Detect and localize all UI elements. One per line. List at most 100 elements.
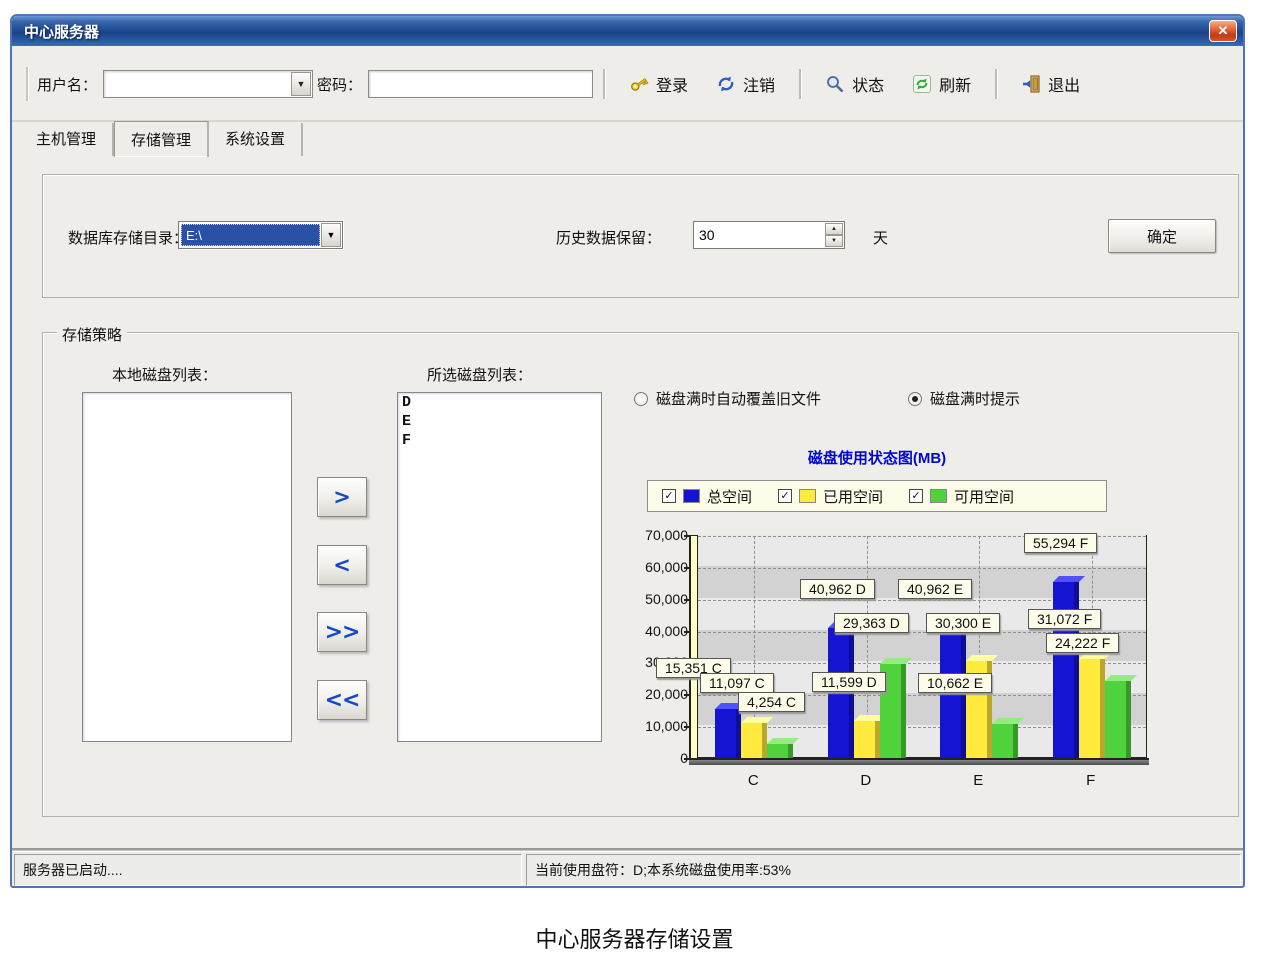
data-label: 11,097 C [700, 673, 774, 693]
list-item[interactable]: F [398, 431, 601, 450]
selected-disk-list-label: 所选磁盘列表： [427, 364, 532, 385]
db-dir-selected-value: E:\ [181, 224, 320, 246]
retention-label: 历史数据保留： [556, 227, 661, 248]
move-all-left-button[interactable]: << [317, 680, 367, 720]
data-label: 29,363 D [834, 613, 909, 633]
spin-up-icon[interactable]: ▲ [825, 223, 843, 235]
ok-button[interactable]: 确定 [1108, 219, 1216, 253]
radio-selected-icon[interactable] [908, 392, 922, 406]
y-axis-label: 70,000 [642, 527, 688, 543]
checkbox-checked-icon[interactable]: ✓ [662, 489, 676, 503]
title-bar[interactable]: 中心服务器 ✕ [12, 16, 1243, 46]
bar-可用空间-E [992, 724, 1018, 758]
retention-input[interactable] [695, 223, 821, 247]
x-axis-label: D [846, 772, 886, 789]
spin-down-icon[interactable]: ▼ [825, 235, 843, 247]
list-item[interactable]: D [398, 393, 601, 412]
selected-disk-listbox[interactable]: DEF [397, 392, 602, 742]
bar-top-face [1053, 576, 1085, 582]
login-button-label: 登录 [656, 72, 688, 96]
data-label: 40,962 E [898, 579, 972, 599]
chart-legend: ✓ 总空间 ✓ 已用空间 ✓ 可用空间 [647, 480, 1107, 512]
list-item[interactable]: E [398, 412, 601, 431]
tab-system-settings[interactable]: 系统设置 [209, 123, 303, 156]
combo-dropdown-icon[interactable]: ▼ [321, 223, 341, 247]
bar-可用空间-F [1105, 681, 1131, 758]
status-button[interactable]: 状态 [817, 68, 892, 100]
legend-item-total: ✓ 总空间 [662, 486, 752, 507]
legend-swatch-green [930, 489, 947, 503]
app-window: 中心服务器 ✕ 用户名： ▼ 密码： [10, 14, 1245, 888]
bar-已用空间-C [741, 723, 767, 758]
x-axis-label: C [733, 772, 773, 789]
checkbox-checked-icon[interactable]: ✓ [778, 489, 792, 503]
status-disk-info: 当前使用盘符：D;本系统磁盘使用率:53% [526, 854, 1241, 886]
retention-spinner: ▲ ▼ [825, 223, 843, 247]
disk-usage-chart: CDEF010,00020,00030,00040,00050,00060,00… [642, 527, 1187, 792]
toolbar-separator [995, 69, 997, 99]
data-label: 31,072 F [1028, 609, 1101, 629]
legend-swatch-yellow [799, 489, 816, 503]
login-button[interactable]: 登录 [621, 68, 696, 100]
window-title: 中心服务器 [24, 21, 99, 42]
checkbox-checked-icon[interactable]: ✓ [909, 489, 923, 503]
radio-overwrite-when-full[interactable]: 磁盘满时自动覆盖旧文件 [634, 388, 821, 409]
refresh-button[interactable]: 刷新 [904, 68, 979, 100]
y-axis-label: 40,000 [642, 623, 688, 639]
close-icon: ✕ [1218, 23, 1229, 39]
toolbar-separator [603, 69, 605, 99]
h-gridline [698, 568, 1146, 569]
exit-door-icon [1021, 74, 1041, 94]
y-axis-tick [684, 567, 689, 569]
legend-item-free: ✓ 可用空间 [909, 486, 1014, 507]
refresh-icon [912, 74, 932, 94]
radio-overwrite-label: 磁盘满时自动覆盖旧文件 [656, 388, 821, 409]
tab-storage-management[interactable]: 存储管理 [114, 121, 209, 157]
chart-title: 磁盘使用状态图(MB) [647, 447, 1107, 468]
username-combo[interactable]: ▼ [103, 70, 313, 98]
move-left-button[interactable]: < [317, 545, 367, 585]
y-axis-label: 50,000 [642, 591, 688, 607]
toolbar-grip[interactable] [26, 67, 29, 101]
db-dir-label: 数据库存储目录： [68, 227, 188, 248]
storage-policy-title: 存储策略 [57, 324, 127, 345]
key-icon [629, 74, 649, 94]
move-right-button[interactable]: > [317, 477, 367, 517]
local-disk-list-label: 本地磁盘列表： [112, 364, 217, 385]
db-dir-combo[interactable]: E:\ ▼ [178, 221, 343, 249]
legend-label-free: 可用空间 [954, 486, 1014, 507]
legend-label-total: 总空间 [707, 486, 752, 507]
bar-总空间-D [828, 628, 854, 758]
data-label: 4,254 C [738, 692, 805, 712]
bar-可用空间-C [767, 744, 793, 758]
refresh-button-label: 刷新 [939, 72, 971, 96]
y-axis-label: 0 [642, 750, 688, 766]
bar-已用空间-D [854, 721, 880, 758]
data-label: 24,222 F [1046, 633, 1119, 653]
password-input[interactable] [368, 70, 593, 98]
legend-item-used: ✓ 已用空间 [778, 486, 883, 507]
x-axis-label: F [1071, 772, 1111, 789]
data-label: 55,294 F [1024, 533, 1097, 553]
data-label: 11,599 D [812, 672, 886, 692]
radio-prompt-when-full[interactable]: 磁盘满时提示 [908, 388, 1020, 409]
tab-host-management[interactable]: 主机管理 [20, 123, 114, 156]
logout-button[interactable]: 注销 [708, 68, 783, 100]
close-button[interactable]: ✕ [1209, 20, 1237, 42]
y-axis-label: 10,000 [642, 718, 688, 734]
status-divider [12, 848, 1243, 852]
logout-button-label: 注销 [743, 72, 775, 96]
status-message: 服务器已启动.... [14, 854, 522, 886]
status-bar: 服务器已启动.... 当前使用盘符：D;本系统磁盘使用率:53% [14, 854, 1241, 886]
y-axis-tick [684, 631, 689, 633]
exit-button[interactable]: 退出 [1013, 68, 1088, 100]
local-disk-listbox[interactable] [82, 392, 292, 742]
data-label: 10,662 E [918, 673, 992, 693]
retention-spinbox: ▲ ▼ [693, 221, 845, 249]
combo-dropdown-icon[interactable]: ▼ [291, 72, 311, 96]
radio-icon[interactable] [634, 392, 648, 406]
move-all-right-button[interactable]: >> [317, 612, 367, 652]
toolbar: 用户名： ▼ 密码： 登录 [12, 48, 1243, 122]
bar-top-face [1105, 675, 1137, 681]
h-gridline [698, 600, 1146, 601]
